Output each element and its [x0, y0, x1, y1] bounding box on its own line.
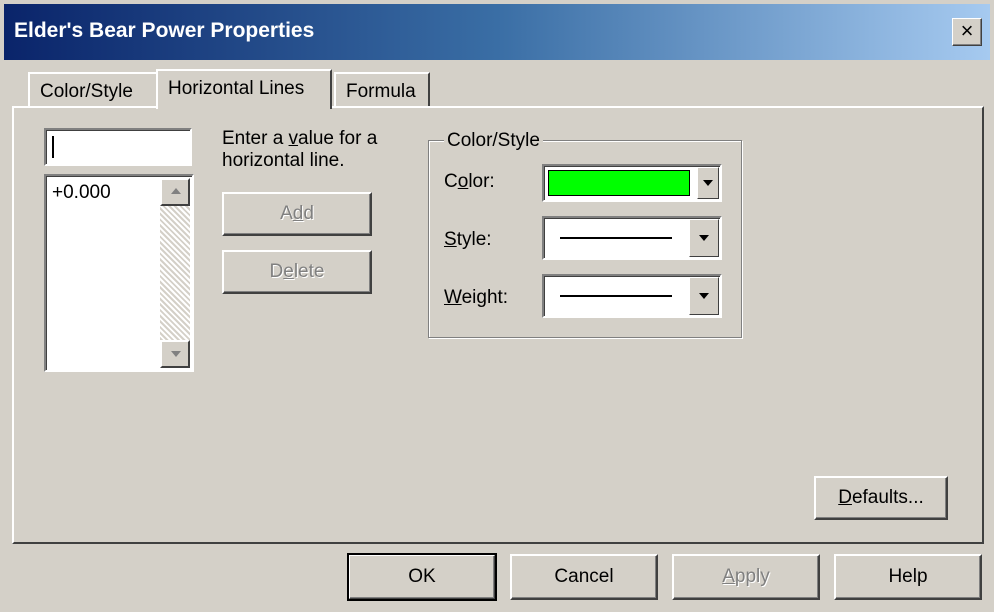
color-dropdown-button[interactable] [697, 167, 719, 199]
tab-label: Color/Style [40, 81, 133, 102]
apply-button[interactable]: Apply [672, 554, 820, 600]
list-scrollbar[interactable] [160, 178, 190, 368]
weight-label: Weight: [444, 287, 509, 308]
defaults-button[interactable]: Defaults... [814, 476, 948, 520]
tab-horizontal-lines[interactable]: Horizontal Lines [156, 69, 332, 109]
help-button-label: Help [888, 566, 928, 587]
delete-button-label: Delete [269, 261, 325, 282]
line-style-preview [560, 237, 672, 239]
list-item[interactable]: +0.000 [52, 182, 111, 204]
group-legend: Color/Style [444, 130, 543, 152]
properties-dialog: Elder's Bear Power Properties × Color/St… [0, 0, 994, 612]
style-select[interactable] [542, 216, 722, 260]
tab-color-style[interactable]: Color/Style [28, 72, 158, 108]
hint-text: Enter a value for a horizontal line. [222, 128, 378, 171]
line-weight-preview [560, 295, 672, 297]
values-list[interactable]: +0.000 [44, 174, 194, 372]
close-icon: × [960, 18, 974, 43]
value-input[interactable] [44, 128, 192, 166]
text-cursor [52, 136, 54, 158]
arrow-up-icon [171, 188, 181, 194]
scroll-up-button[interactable] [160, 178, 190, 206]
add-button-label: Add [280, 203, 314, 224]
weight-select[interactable] [542, 274, 722, 318]
help-button[interactable]: Help [834, 554, 982, 600]
ok-button-label: OK [408, 566, 436, 587]
weight-dropdown-button[interactable] [689, 277, 719, 315]
cancel-button-label: Cancel [554, 566, 614, 587]
style-dropdown-button[interactable] [689, 219, 719, 257]
add-button[interactable]: Add [222, 192, 372, 236]
cancel-button[interactable]: Cancel [510, 554, 658, 600]
color-label: Color: [444, 171, 495, 192]
window-title: Elder's Bear Power Properties [14, 19, 315, 42]
color-picker[interactable] [542, 164, 722, 202]
style-label: Style: [444, 229, 492, 250]
defaults-button-label: Defaults... [838, 487, 924, 508]
apply-button-label: Apply [722, 566, 770, 587]
tab-label: Formula [346, 81, 416, 102]
arrow-down-icon [171, 351, 181, 357]
tab-formula[interactable]: Formula [334, 72, 430, 108]
color-swatch [548, 170, 690, 196]
delete-button[interactable]: Delete [222, 250, 372, 294]
close-button[interactable]: × [952, 18, 982, 46]
tab-label: Horizontal Lines [168, 78, 305, 99]
scroll-down-button[interactable] [160, 340, 190, 368]
title-bar: Elder's Bear Power Properties × [4, 4, 990, 60]
ok-button[interactable]: OK [347, 553, 497, 601]
